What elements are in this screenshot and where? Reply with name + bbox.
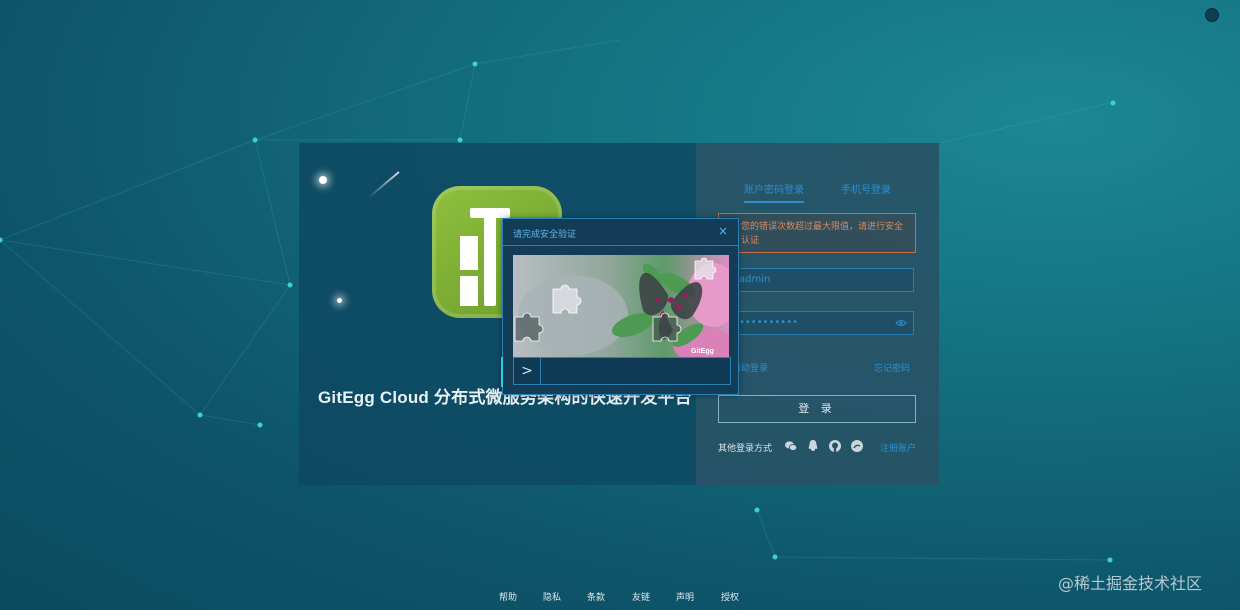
footer-link-terms[interactable]: 条款 — [587, 590, 605, 603]
login-button[interactable]: 登 录 — [718, 395, 916, 423]
footer-link-statement[interactable]: 声明 — [676, 590, 694, 603]
slider-start-indicator — [501, 357, 503, 387]
eye-icon[interactable] — [895, 318, 907, 328]
theme-toggle-button[interactable] — [1205, 8, 1219, 22]
footer-link-privacy[interactable]: 隐私 — [543, 590, 561, 603]
image-watermark: GitEgg — [691, 348, 714, 355]
other-login-label: 其他登录方式 — [718, 444, 773, 454]
github-icon[interactable] — [828, 439, 842, 453]
other-login-row: 其他登录方式 注册账户 — [718, 439, 916, 455]
captcha-title: 请完成安全验证 — [513, 230, 577, 240]
tab-phone[interactable]: 手机号登录 — [841, 181, 891, 201]
footer-link-friends[interactable]: 友链 — [632, 590, 650, 603]
error-alert: ! 您的错误次数超过最大限值，请进行安全认证 — [718, 213, 916, 253]
star-glow — [319, 176, 327, 184]
captcha-header: 请完成安全验证 × — [503, 219, 738, 246]
captcha-modal: 请完成安全验证 × GitEgg > — [502, 218, 739, 395]
close-icon[interactable]: × — [718, 224, 728, 238]
footer-link-help[interactable]: 帮助 — [499, 590, 517, 603]
shooting-star — [367, 171, 400, 199]
footer: 帮助 隐私 条款 友链 声明 授权 — [0, 590, 1240, 604]
captcha-puzzle-image: GitEgg — [513, 255, 729, 357]
username-value: admin — [739, 274, 771, 285]
login-tabs: 账户密码登录 手机号登录 — [734, 181, 914, 203]
watermark: @稀土掘金技术社区 — [1058, 574, 1203, 593]
star-glow — [337, 298, 342, 303]
captcha-slider[interactable]: > — [513, 357, 731, 385]
butterfly-image: GitEgg — [513, 255, 729, 357]
wechat-icon[interactable] — [784, 439, 798, 453]
register-link[interactable]: 注册账户 — [880, 441, 916, 454]
tab-account-password[interactable]: 账户密码登录 — [744, 181, 804, 203]
weibo-icon[interactable] — [850, 439, 864, 453]
password-value: •••••••••• — [739, 317, 798, 328]
slider-handle[interactable]: > — [514, 358, 541, 384]
forgot-password-link[interactable]: 忘记密码 — [874, 361, 910, 374]
qq-icon[interactable] — [806, 439, 820, 453]
password-field[interactable]: •••••••••• — [718, 311, 914, 335]
username-field[interactable]: admin — [718, 268, 914, 292]
footer-link-license[interactable]: 授权 — [721, 590, 739, 603]
alert-text: 您的错误次数超过最大限值，请进行安全认证 — [741, 222, 904, 246]
